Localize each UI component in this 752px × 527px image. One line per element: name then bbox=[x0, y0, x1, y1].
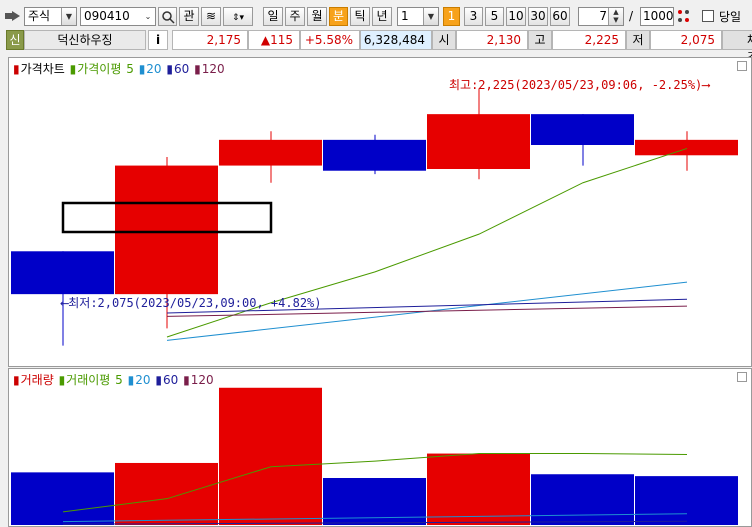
high-label: 고 bbox=[528, 30, 552, 50]
chevron-down-icon[interactable]: ▼ bbox=[61, 8, 76, 25]
candle-body bbox=[635, 139, 738, 156]
period-day[interactable]: 일 bbox=[263, 7, 283, 26]
low-label: 저 bbox=[626, 30, 650, 50]
interval-5[interactable]: 5 bbox=[485, 7, 504, 26]
search-icon bbox=[161, 11, 175, 24]
stock-code-value: 090410 bbox=[84, 9, 130, 23]
candle-body bbox=[115, 165, 218, 295]
count-value: 7 bbox=[599, 9, 607, 23]
open-label: 시 bbox=[432, 30, 456, 50]
volume-bar bbox=[115, 462, 218, 525]
count-input[interactable]: 7 ▲ ▼ bbox=[578, 7, 624, 26]
toolbar: 주식 ▼ 090410 ⌄ 관 ≋ ⇕▾ 일 주 월 분 틱 년 1 ▼ 1 3… bbox=[0, 0, 752, 30]
min-annotation-text: 최저:2,075(2023/05/23,09:00, +4.82%) bbox=[68, 296, 322, 310]
candle-body bbox=[323, 139, 426, 171]
price-change: ▲115 bbox=[248, 30, 300, 50]
max-count-value: 1000 bbox=[643, 9, 674, 23]
candle-body bbox=[11, 251, 114, 295]
settings-dots-icon[interactable] bbox=[676, 8, 692, 25]
price-chart-svg bbox=[11, 88, 738, 346]
high-price: 2,225 bbox=[552, 30, 626, 50]
open-price: 2,130 bbox=[456, 30, 528, 50]
volume-bar bbox=[531, 474, 634, 525]
trade-strength-label: 체결강 bbox=[722, 30, 752, 83]
layers-icon: ≋ bbox=[205, 9, 217, 23]
max-annotation-text: 최고:2,225(2023/05/23,09:06, -2.25%) bbox=[449, 78, 703, 92]
interval-1[interactable]: 1 bbox=[443, 7, 460, 26]
period-week[interactable]: 주 bbox=[285, 7, 305, 26]
interval-10[interactable]: 10 bbox=[506, 7, 526, 26]
interval-60[interactable]: 60 bbox=[550, 7, 570, 26]
change-percent: +5.58% bbox=[300, 30, 360, 50]
volume-chart-svg bbox=[11, 387, 738, 525]
period-tick[interactable]: 틱 bbox=[350, 7, 370, 26]
credit-badge: 신 bbox=[6, 30, 24, 50]
period-year[interactable]: 년 bbox=[372, 7, 392, 26]
spinner-icon[interactable]: ▲ ▼ bbox=[608, 8, 623, 25]
layer-button[interactable]: ≋ bbox=[201, 7, 221, 26]
chevron-down-icon[interactable]: ⌄ bbox=[141, 8, 155, 25]
volume-bar bbox=[11, 472, 114, 525]
today-label: 당일 bbox=[719, 10, 742, 24]
info-button[interactable]: i bbox=[148, 30, 168, 50]
volume-bar bbox=[219, 387, 322, 525]
current-price: 2,175 bbox=[172, 30, 248, 50]
volume-chart-panel[interactable]: ▮거래량 ▮거래이평 5 ▮20 ▮60 ▮120 bbox=[8, 368, 752, 527]
interest-button[interactable]: 관 bbox=[179, 7, 199, 26]
updown-icon: ⇕▾ bbox=[231, 13, 245, 23]
interval-30[interactable]: 30 bbox=[528, 7, 548, 26]
chevron-down-icon[interactable]: ▼ bbox=[423, 8, 438, 25]
candle-body bbox=[219, 139, 322, 166]
max-count-input[interactable]: 1000 bbox=[640, 7, 674, 26]
interval-select[interactable]: 1 ▼ bbox=[397, 7, 439, 26]
period-minute[interactable]: 분 bbox=[329, 7, 348, 26]
stock-code-input[interactable]: 090410 ⌄ bbox=[80, 7, 156, 26]
volume-bar bbox=[635, 476, 738, 525]
min-annotation: ⟵최저:2,075(2023/05/23,09:00, +4.82%) bbox=[61, 294, 322, 311]
candle-body bbox=[427, 114, 530, 169]
updown-spinner[interactable]: ⇕▾ bbox=[223, 7, 253, 26]
search-button[interactable] bbox=[158, 7, 177, 26]
arrow-right-icon: ⟶ bbox=[702, 78, 710, 92]
today-checkbox[interactable] bbox=[702, 10, 714, 22]
period-month[interactable]: 월 bbox=[307, 7, 327, 26]
market-select-value: 주식 bbox=[28, 9, 51, 23]
stock-name[interactable]: 덕신하우징 bbox=[24, 30, 146, 50]
interval-3[interactable]: 3 bbox=[464, 7, 483, 26]
market-select[interactable]: 주식 ▼ bbox=[24, 7, 77, 26]
trade-volume: 6,328,484 bbox=[360, 30, 432, 50]
interval-value: 1 bbox=[401, 9, 409, 23]
count-separator: / bbox=[629, 9, 634, 23]
volume-bar bbox=[427, 453, 530, 525]
candle-body bbox=[531, 114, 634, 145]
low-price: 2,075 bbox=[650, 30, 722, 50]
max-annotation: 최고:2,225(2023/05/23,09:06, -2.25%)⟶ bbox=[449, 76, 710, 93]
price-chart-panel[interactable]: ▮가격차트 ▮가격이평 5 ▮20 ▮60 ▮120 최고:2,225(2023… bbox=[8, 57, 752, 367]
connect-icon[interactable] bbox=[4, 9, 22, 23]
